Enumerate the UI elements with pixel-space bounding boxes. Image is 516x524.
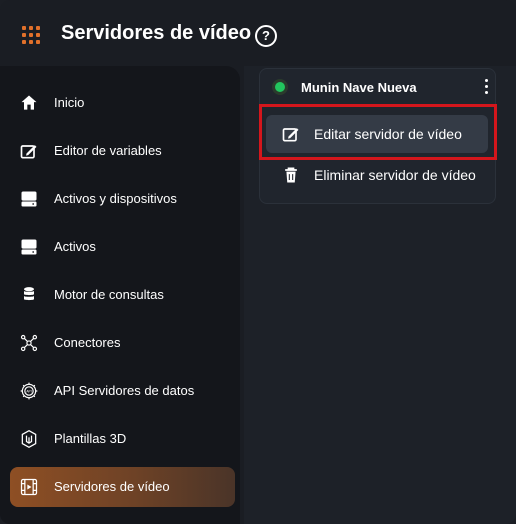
sidebar-item-activos[interactable]: Activos xyxy=(10,227,235,267)
sidebar-item-plantillas-3d[interactable]: Plantillas 3D xyxy=(10,419,235,459)
status-indicator xyxy=(272,79,288,95)
sidebar-item-label: Plantillas 3D xyxy=(54,431,127,446)
template-3d-icon xyxy=(21,429,37,449)
app-window: Servidores de vídeo ? Inicio Editor de v… xyxy=(0,0,516,524)
connectors-icon xyxy=(20,334,38,352)
sidebar-item-inicio[interactable]: Inicio xyxy=(10,83,235,123)
drive-icon xyxy=(21,191,37,207)
help-icon[interactable]: ? xyxy=(255,25,277,47)
sidebar-item-motor-consultas[interactable]: Motor de consultas xyxy=(10,275,235,315)
sidebar-item-label: Editor de variables xyxy=(54,143,162,158)
sidebar-item-label: API Servidores de datos xyxy=(54,383,195,398)
svg-text:API: API xyxy=(26,389,31,393)
sidebar-item-label: Motor de consultas xyxy=(54,287,164,302)
sidebar-item-label: Activos xyxy=(54,239,96,254)
sidebar-item-api-servidores[interactable]: API API Servidores de datos xyxy=(10,371,235,411)
sidebar-item-conectores[interactable]: Conectores xyxy=(10,323,235,363)
delete-server-label: Eliminar servidor de vídeo xyxy=(314,167,476,183)
edit-icon xyxy=(20,145,37,159)
trash-icon xyxy=(285,167,297,183)
sidebar-item-servidores-video[interactable]: Servidores de vídeo xyxy=(10,467,235,507)
drive-icon xyxy=(21,239,37,255)
annotation-highlight-box xyxy=(259,104,497,160)
sidebar-item-label: Inicio xyxy=(54,95,85,110)
more-options-icon[interactable] xyxy=(482,79,490,97)
sidebar-item-activos-dispositivos[interactable]: Activos y dispositivos xyxy=(10,179,235,219)
database-icon xyxy=(24,287,34,301)
home-icon xyxy=(21,95,37,110)
page-title: Servidores de vídeo xyxy=(61,22,252,44)
apps-grid-icon[interactable] xyxy=(22,26,40,44)
delete-server-menu-item[interactable]: Eliminar servidor de vídeo xyxy=(266,156,476,194)
page-header: Servidores de vídeo ? xyxy=(0,0,516,66)
sidebar-item-label: Servidores de vídeo xyxy=(54,479,170,494)
server-name: Munin Nave Nueva xyxy=(301,80,417,95)
sidebar-item-editor-variables[interactable]: Editor de variables xyxy=(10,131,235,171)
video-server-icon xyxy=(20,478,38,496)
sidebar-item-label: Conectores xyxy=(54,335,121,350)
sidebar-item-label: Activos y dispositivos xyxy=(54,191,177,206)
api-icon: API xyxy=(20,382,38,400)
sidebar: Inicio Editor de variables Activos y dis… xyxy=(0,66,240,524)
